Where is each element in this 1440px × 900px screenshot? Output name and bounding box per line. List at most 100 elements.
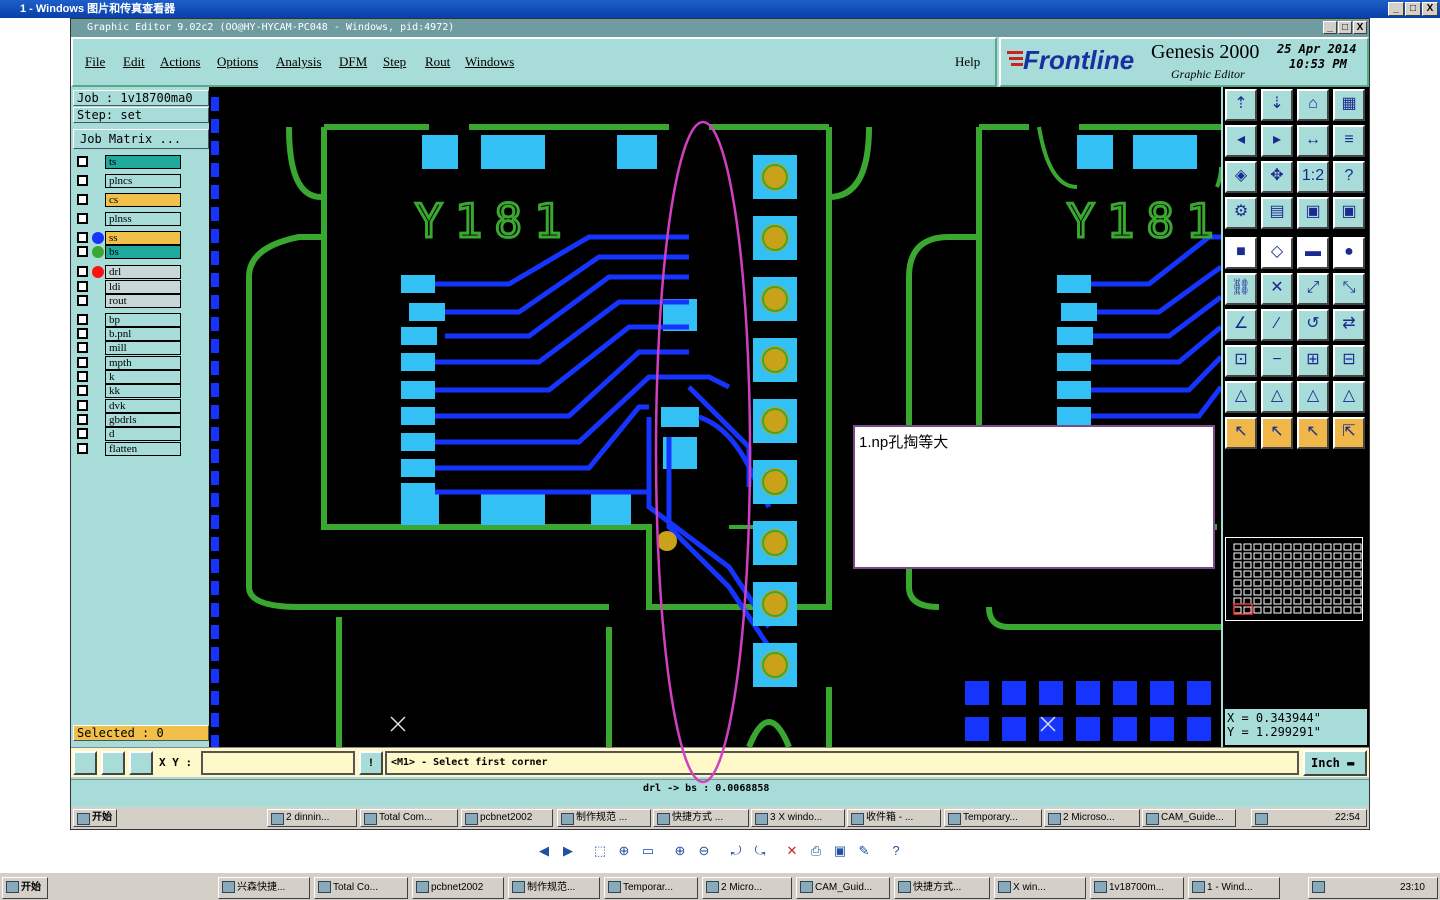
actual-size-icon[interactable]: ⊕ [616, 843, 632, 859]
app-close-button[interactable]: X [1353, 21, 1367, 34]
menu-rout[interactable]: Rout [425, 54, 450, 70]
menu-step[interactable]: Step [383, 54, 406, 70]
prev-image-icon[interactable]: ◀ [536, 843, 552, 859]
layer-checkbox-icon[interactable] [77, 213, 88, 224]
layer-row-bp[interactable]: bp [75, 313, 185, 327]
menu-file[interactable]: File [85, 54, 105, 70]
align-icon[interactable]: ⊞ [1297, 345, 1329, 377]
close-button[interactable]: X [1422, 2, 1438, 16]
mirror-icon[interactable]: ↔ [1297, 125, 1329, 157]
layer-checkbox-icon[interactable] [77, 357, 88, 368]
filter-icon[interactable]: ⚙ [1225, 197, 1257, 229]
menu-help[interactable]: Help [955, 54, 980, 70]
group-icon[interactable]: ⊟ [1333, 345, 1365, 377]
slash-icon[interactable]: ∕ [1261, 309, 1293, 341]
zoom-out-icon[interactable]: ⊖ [696, 843, 712, 859]
triangle2-icon[interactable]: △ [1261, 381, 1293, 413]
job-matrix-button[interactable]: Job Matrix ... [73, 129, 209, 149]
best-fit-icon[interactable]: ⬚ [592, 843, 608, 859]
layer-checkbox-icon[interactable] [77, 371, 88, 382]
print-icon[interactable]: ⎙ [808, 843, 824, 859]
inner-task-item[interactable]: pcbnet2002 [461, 809, 553, 827]
taskbar-item[interactable]: CAM_Guid... [796, 877, 890, 899]
taskbar-item[interactable]: 兴森快捷... [218, 877, 310, 899]
redraw-icon[interactable]: ≡ [1333, 125, 1365, 157]
line-move-icon[interactable]: ⤢ [1297, 273, 1329, 305]
edit-icon[interactable]: ✎ [856, 843, 872, 859]
measure-icon[interactable] [101, 751, 125, 775]
layer-checkbox-icon[interactable] [77, 385, 88, 396]
inner-task-item[interactable]: 快捷方式 ... [653, 809, 749, 827]
layer-checkbox-icon[interactable] [77, 400, 88, 411]
maximize-button[interactable]: □ [1405, 2, 1421, 16]
save-icon[interactable]: ⇣ [1261, 89, 1293, 121]
layer-checkbox-icon[interactable] [77, 342, 88, 353]
taskbar-item[interactable]: pcbnet2002 [412, 877, 504, 899]
scale-icon[interactable]: 1:2 [1297, 161, 1329, 193]
info-icon[interactable]: ! [359, 751, 383, 775]
inner-task-item[interactable]: Temporary... [944, 809, 1042, 827]
layer-checkbox-icon[interactable] [77, 232, 88, 243]
angle-icon[interactable]: ∠ [1225, 309, 1257, 341]
layer-row-b.pnl[interactable]: b.pnl [75, 327, 185, 341]
delete-icon[interactable]: ✕ [784, 843, 800, 859]
menu-options[interactable]: Options [217, 54, 258, 70]
menu-analysis[interactable]: Analysis [276, 54, 322, 70]
menu-dfm[interactable]: DFM [339, 54, 367, 70]
layer-checkbox-icon[interactable] [77, 295, 88, 306]
next-image-icon[interactable]: ▶ [560, 843, 576, 859]
taskbar-item[interactable]: 制作规范... [508, 877, 600, 899]
minus-icon[interactable]: − [1261, 345, 1293, 377]
menu-edit[interactable]: Edit [123, 54, 145, 70]
layer-row-ts[interactable]: ts [75, 155, 185, 169]
zoom-home-icon[interactable]: ✥ [1261, 161, 1293, 193]
layer-checkbox-icon[interactable] [77, 175, 88, 186]
taskbar-item[interactable]: 1v18700m... [1090, 877, 1184, 899]
inner-task-item[interactable]: 3 X windo... [751, 809, 845, 827]
triangle4-icon[interactable]: △ [1333, 381, 1365, 413]
inner-start-button[interactable]: 开始 [73, 809, 117, 827]
layer-row-ldi[interactable]: ldi [75, 280, 185, 294]
grid-toggle-icon[interactable]: ▤ [1261, 197, 1293, 229]
snap-icon[interactable] [73, 751, 97, 775]
layer-row-k[interactable]: k [75, 370, 185, 384]
menu-windows[interactable]: Windows [465, 54, 514, 70]
inner-task-item[interactable]: Total Com... [360, 809, 458, 827]
layer-checkbox-icon[interactable] [77, 266, 88, 277]
zoom-in-icon[interactable]: ⊕ [672, 843, 688, 859]
layer-row-d[interactable]: d [75, 427, 185, 441]
line-add-icon[interactable]: ⤡ [1333, 273, 1365, 305]
units-dropdown[interactable]: Inch ▬ [1303, 750, 1367, 776]
route-icon[interactable]: ▣ [1297, 197, 1329, 229]
layer-row-plncs[interactable]: plncs [75, 174, 185, 188]
layer-row-mpth[interactable]: mpth [75, 356, 185, 370]
triangle1-icon[interactable]: △ [1225, 381, 1257, 413]
copy-icon[interactable]: ⊡ [1225, 345, 1257, 377]
help-icon[interactable]: ? [1333, 161, 1365, 193]
taskbar-item[interactable]: Total Co... [314, 877, 408, 899]
slideshow-icon[interactable]: ▭ [640, 843, 656, 859]
layer-checkbox-icon[interactable] [77, 443, 88, 454]
pad-icon[interactable]: ■ [1225, 237, 1257, 269]
pointer3-icon[interactable]: ↖ [1297, 417, 1329, 449]
pointer2-icon[interactable]: ↖ [1261, 417, 1293, 449]
layer-row-drl[interactable]: drl [75, 265, 185, 279]
connect-icon[interactable]: ⛓ [1225, 273, 1257, 305]
taskbar-item[interactable]: 2 Micro... [702, 877, 792, 899]
app-maximize-button[interactable]: □ [1338, 21, 1352, 34]
layer-row-dvk[interactable]: dvk [75, 399, 185, 413]
layer-checkbox-icon[interactable] [77, 328, 88, 339]
open-step-icon[interactable]: ⇡ [1225, 89, 1257, 121]
taskbar-item[interactable]: X win... [994, 877, 1086, 899]
layer-checkbox-icon[interactable] [77, 156, 88, 167]
layout-icon[interactable]: ▦ [1333, 89, 1365, 121]
start-button[interactable]: 开始 [2, 877, 48, 899]
ruler-icon[interactable]: ▬ [1297, 237, 1329, 269]
layer-row-flatten[interactable]: flatten [75, 442, 185, 456]
layer-row-bs[interactable]: bs [75, 245, 185, 259]
layer-checkbox-icon[interactable] [77, 194, 88, 205]
xy-input[interactable] [201, 751, 355, 775]
inner-task-item[interactable]: CAM_Guide... [1142, 809, 1236, 827]
taskbar-item[interactable]: Temporar... [604, 877, 698, 899]
layer-checkbox-icon[interactable] [77, 281, 88, 292]
